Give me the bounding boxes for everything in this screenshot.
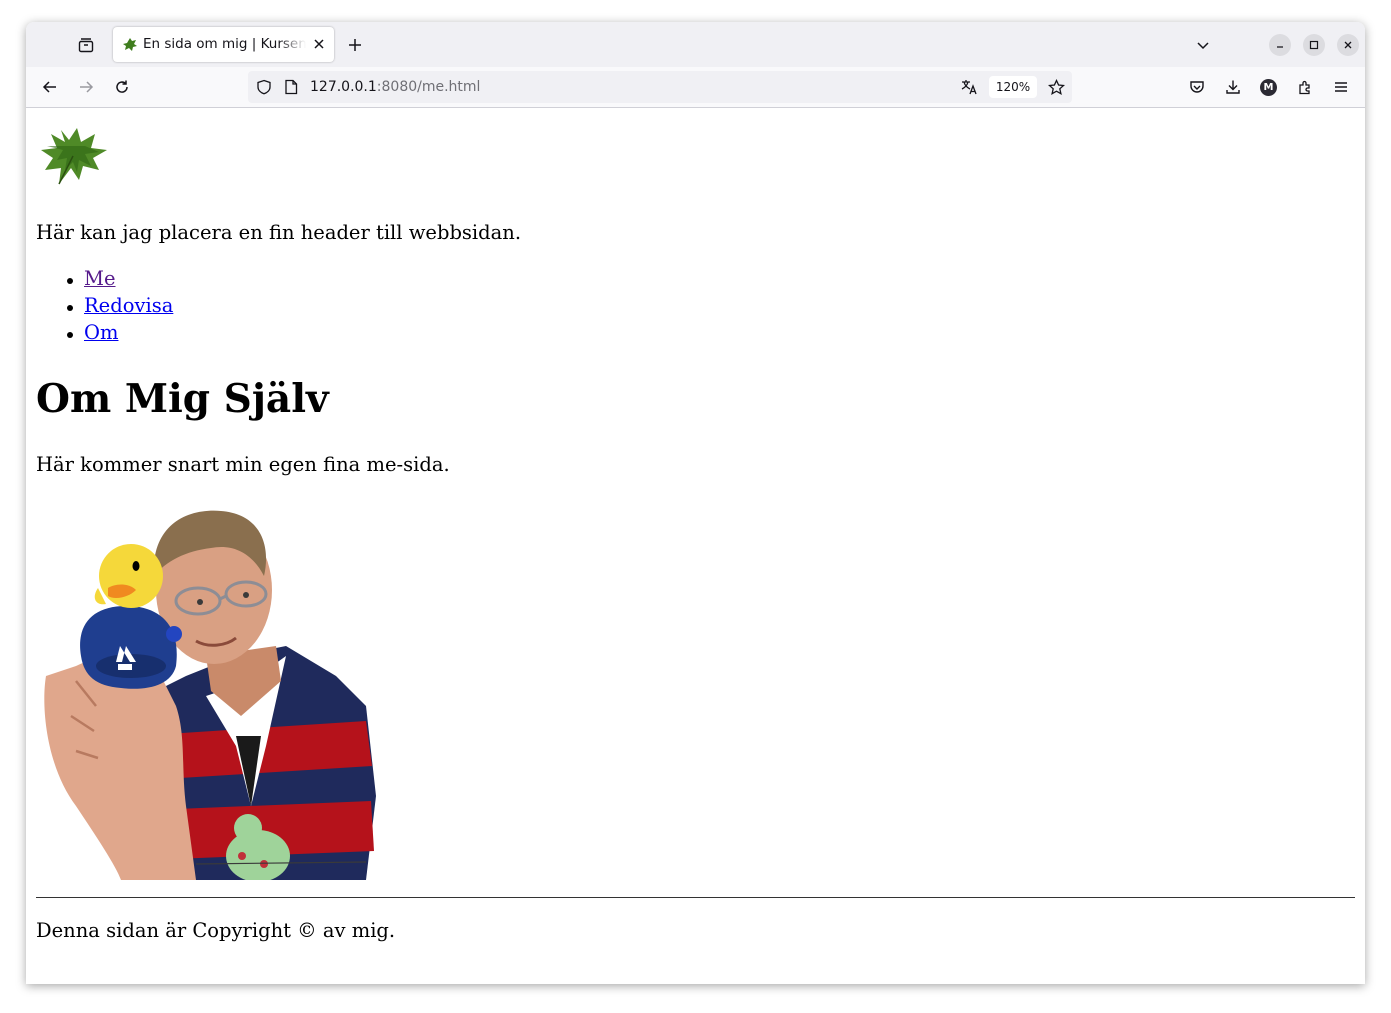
- nav-link-redovisa[interactable]: Redovisa: [84, 294, 173, 317]
- url-path: :8080/me.html: [376, 79, 481, 95]
- url-bar[interactable]: 127.0.0.1:8080/me.html 120%: [248, 71, 1072, 103]
- back-button[interactable]: [40, 77, 60, 97]
- nav-item-om: Om: [36, 321, 173, 348]
- footer-divider: [36, 897, 1355, 898]
- tab-strip: En sida om mig | Kursen webtec: [26, 22, 1365, 67]
- reload-button[interactable]: [112, 77, 132, 97]
- bookmark-star-icon[interactable]: [1046, 77, 1066, 97]
- account-avatar[interactable]: M: [1260, 79, 1277, 96]
- nav-item-redovisa: Redovisa: [36, 294, 173, 321]
- downloads-icon[interactable]: [1223, 77, 1243, 97]
- pocket-icon[interactable]: [1187, 77, 1207, 97]
- profile-photo: [44, 510, 376, 880]
- tracking-protection-shield-icon[interactable]: [255, 78, 273, 96]
- browser-window: En sida om mig | Kursen webtec: [26, 22, 1365, 984]
- forward-button[interactable]: [76, 77, 96, 97]
- page-title: Om Mig Själv: [36, 376, 329, 422]
- new-tab-button[interactable]: [345, 35, 365, 55]
- nav-link-om[interactable]: Om: [84, 321, 118, 344]
- maximize-button[interactable]: [1303, 34, 1325, 56]
- active-tab[interactable]: En sida om mig | Kursen webtec: [113, 27, 334, 62]
- translate-icon[interactable]: [959, 77, 979, 97]
- close-tab-icon[interactable]: [311, 36, 327, 52]
- close-window-button[interactable]: [1337, 34, 1359, 56]
- nav-link-me[interactable]: Me: [84, 267, 116, 290]
- leaf-favicon-icon: [123, 38, 137, 51]
- tab-title: En sida om mig | Kursen webtec: [143, 36, 306, 52]
- page-info-icon[interactable]: [282, 78, 300, 96]
- leaf-logo: [41, 128, 107, 185]
- tab-groups-icon[interactable]: [76, 36, 96, 54]
- url-text[interactable]: 127.0.0.1:8080/me.html: [310, 79, 480, 95]
- list-all-tabs-button[interactable]: [1193, 35, 1213, 55]
- header-text: Här kan jag placera en fin header till w…: [36, 221, 522, 244]
- page-viewport: Här kan jag placera en fin header till w…: [26, 108, 1365, 984]
- nav-item-me: Me: [36, 267, 173, 294]
- app-menu-icon[interactable]: [1331, 77, 1351, 97]
- navigation-toolbar: 127.0.0.1:8080/me.html 120% M: [26, 67, 1365, 108]
- intro-text: Här kommer snart min egen fina me-sida.: [36, 453, 450, 476]
- zoom-level-button[interactable]: 120%: [989, 76, 1037, 98]
- minimize-button[interactable]: [1269, 34, 1291, 56]
- url-host: 127.0.0.1: [310, 79, 377, 95]
- site-nav: Me Redovisa Om: [36, 267, 173, 348]
- extensions-icon[interactable]: [1295, 77, 1315, 97]
- footer-copyright: Denna sidan är Copyright © av mig.: [36, 919, 396, 942]
